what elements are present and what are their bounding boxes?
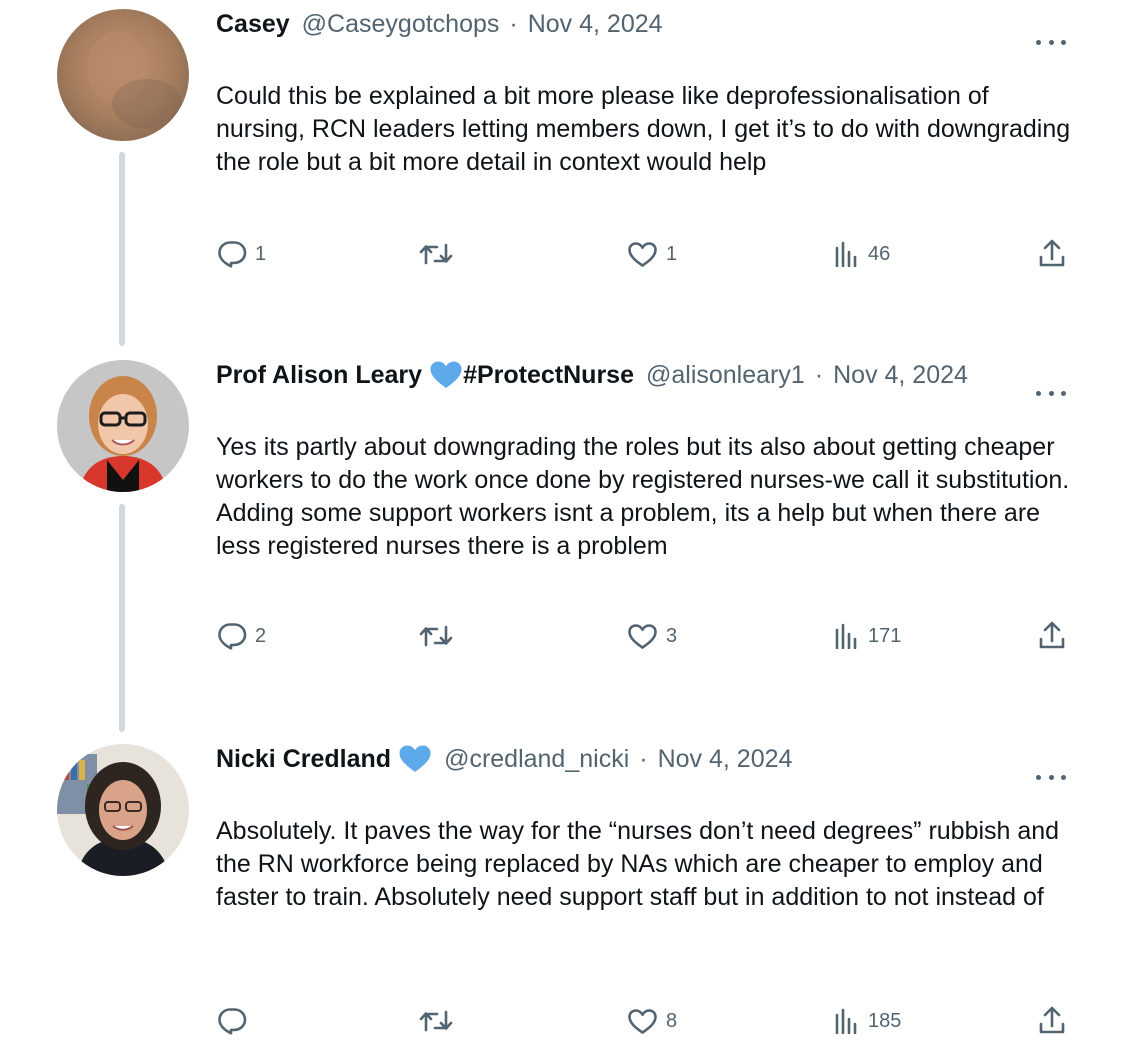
- tweet-date[interactable]: Nov 4, 2024: [528, 8, 663, 40]
- reply-button[interactable]: 2: [217, 622, 266, 650]
- blue-heart-icon: [429, 360, 463, 390]
- display-name[interactable]: Casey: [216, 8, 290, 40]
- heart-icon: [628, 624, 657, 649]
- tweet-header: Casey @Caseygotchops · Nov 4, 2024: [216, 8, 663, 40]
- retweet-button[interactable]: [419, 1008, 461, 1034]
- retweet-button[interactable]: [419, 241, 461, 267]
- reply-button[interactable]: [217, 1007, 255, 1035]
- views-icon: [835, 1008, 857, 1034]
- retweet-icon: [419, 625, 453, 647]
- share-button[interactable]: [1038, 1005, 1066, 1035]
- share-icon: [1039, 621, 1065, 649]
- retweet-icon: [419, 243, 453, 265]
- more-icon[interactable]: [1036, 32, 1066, 52]
- reply-icon: [218, 1008, 247, 1035]
- more-icon[interactable]: [1036, 767, 1066, 787]
- share-icon: [1039, 1006, 1065, 1034]
- avatar-alison-leary[interactable]: [57, 360, 189, 492]
- like-button[interactable]: 1: [627, 241, 677, 268]
- more-icon[interactable]: [1036, 383, 1066, 403]
- views-icon: [835, 623, 857, 649]
- heart-icon: [628, 1009, 657, 1034]
- reply-count: 2: [255, 624, 267, 647]
- avatar-nicki-credland[interactable]: [57, 744, 189, 876]
- tweet-header: Prof Alison Leary #ProtectNurse @alisonl…: [216, 359, 968, 391]
- like-count: 8: [666, 1010, 678, 1032]
- tweet-date[interactable]: Nov 4, 2024: [658, 743, 793, 775]
- views-count: 46: [868, 242, 891, 265]
- separator-dot: ·: [509, 10, 518, 38]
- reply-icon: [218, 241, 247, 268]
- share-button[interactable]: [1038, 620, 1066, 650]
- like-count: 3: [666, 625, 678, 647]
- views-button[interactable]: 171: [834, 623, 901, 649]
- like-button[interactable]: 3: [627, 623, 677, 650]
- views-count: 171: [868, 624, 902, 647]
- share-icon: [1039, 239, 1065, 267]
- blue-heart-icon: [398, 744, 432, 774]
- tweet-header: Nicki Credland @credland_nicki · Nov 4, …: [216, 743, 792, 775]
- user-handle[interactable]: @credland_nicki: [444, 743, 629, 775]
- views-button[interactable]: 46: [834, 241, 890, 267]
- heart-icon: [628, 242, 657, 267]
- tweet-alison-leary[interactable]: Prof Alison Leary #ProtectNurse @alisonl…: [0, 351, 1125, 732]
- reply-icon: [218, 623, 247, 650]
- retweet-icon: [419, 1010, 453, 1032]
- separator-dot: ·: [814, 361, 824, 389]
- display-name-suffix[interactable]: #ProtectNurse: [463, 359, 634, 391]
- tweet-text: Could this be explained a bit more pleas…: [216, 82, 1071, 176]
- like-count: 1: [666, 243, 678, 265]
- tweet-casey[interactable]: Casey @Caseygotchops · Nov 4, 2024 Could…: [0, 0, 1125, 346]
- reply-button[interactable]: 1: [217, 240, 266, 268]
- tweet-actions: 8 185: [0, 1001, 1125, 1041]
- tweet-text: Absolutely. It paves the way for the “nu…: [216, 817, 1060, 911]
- tweet-nicki-credland[interactable]: Nicki Credland @credland_nicki · Nov 4, …: [0, 735, 1125, 1049]
- user-handle[interactable]: @Caseygotchops: [302, 8, 500, 40]
- tweet-actions: 2 3 171: [0, 616, 1125, 656]
- separator-dot: ·: [639, 745, 648, 773]
- display-name[interactable]: Prof Alison Leary: [216, 359, 422, 391]
- views-button[interactable]: 185: [834, 1008, 901, 1034]
- views-count: 185: [868, 1009, 902, 1032]
- tweet-text: Yes its partly about downgrading the rol…: [216, 433, 1070, 560]
- display-name[interactable]: Nicki Credland: [216, 743, 391, 775]
- share-button[interactable]: [1038, 238, 1066, 268]
- tweet-actions: 1 1 46: [0, 232, 1125, 272]
- views-icon: [835, 241, 857, 267]
- avatar-casey[interactable]: [57, 9, 189, 141]
- user-handle[interactable]: @alisonleary1: [646, 359, 805, 391]
- retweet-button[interactable]: [419, 623, 461, 649]
- tweet-date[interactable]: Nov 4, 2024: [833, 359, 968, 391]
- like-button[interactable]: 8: [627, 1008, 677, 1035]
- reply-count: 1: [255, 242, 267, 265]
